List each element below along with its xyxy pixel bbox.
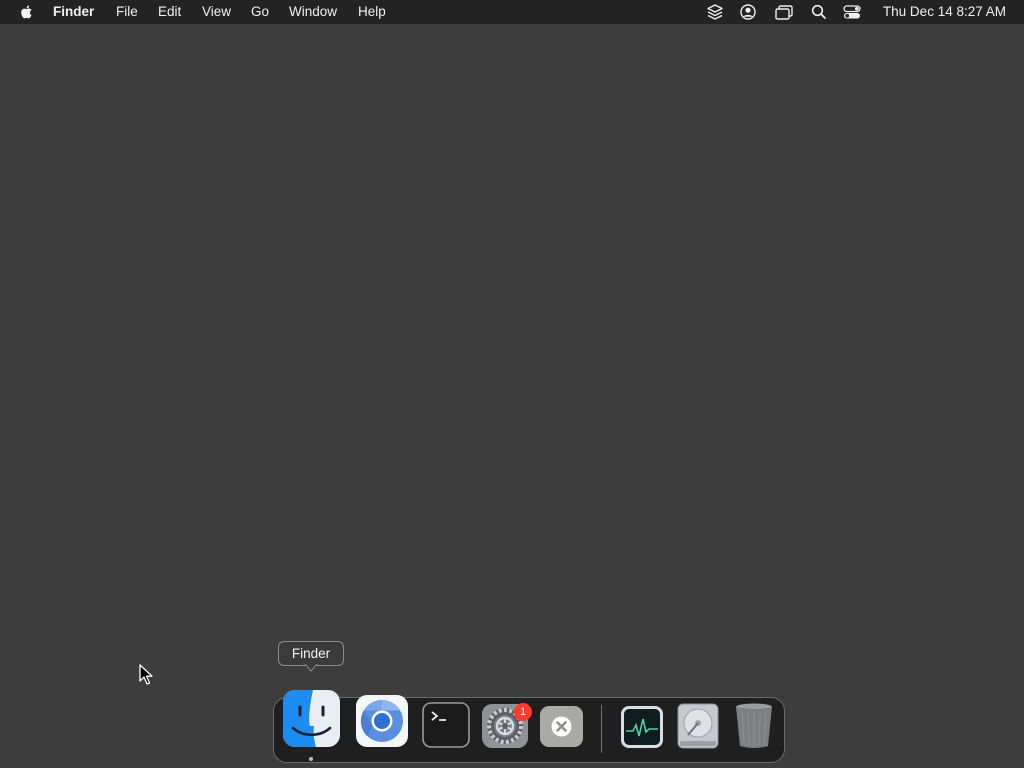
apple-menu-icon[interactable] bbox=[18, 4, 36, 20]
notification-badge: 1 bbox=[514, 703, 532, 721]
terminal-icon[interactable] bbox=[422, 702, 470, 748]
user-account-icon[interactable] bbox=[739, 3, 757, 21]
disk-icon[interactable] bbox=[674, 702, 722, 750]
control-center-icon[interactable] bbox=[842, 3, 862, 21]
menu-view[interactable]: View bbox=[202, 4, 231, 20]
spotlight-search-icon[interactable] bbox=[810, 3, 828, 21]
dock-separator bbox=[601, 705, 602, 753]
menu-file[interactable]: File bbox=[116, 4, 138, 20]
running-indicator bbox=[309, 757, 313, 761]
menu-window[interactable]: Window bbox=[289, 4, 337, 20]
desktop-background bbox=[0, 0, 1024, 768]
dock-tooltip: Finder bbox=[278, 641, 344, 666]
mouse-pointer-icon bbox=[139, 664, 153, 685]
layers-icon[interactable] bbox=[706, 3, 724, 21]
menu-help[interactable]: Help bbox=[358, 4, 386, 20]
screen-mirroring-icon[interactable] bbox=[774, 3, 794, 21]
menu-bar-clock[interactable]: Thu Dec 14 8:27 AM bbox=[883, 4, 1006, 20]
trash-icon[interactable] bbox=[733, 702, 775, 750]
menu-app-name[interactable]: Finder bbox=[53, 4, 94, 20]
finder-icon[interactable] bbox=[283, 690, 340, 747]
close-x-icon[interactable] bbox=[539, 705, 584, 748]
menu-go[interactable]: Go bbox=[251, 4, 269, 20]
activity-monitor-icon[interactable] bbox=[620, 705, 664, 749]
menu-edit[interactable]: Edit bbox=[158, 4, 181, 20]
menu-bar: Finder File Edit View Go Window Help Thu… bbox=[0, 0, 1024, 24]
tooltip-arrow bbox=[305, 664, 317, 672]
chromium-icon[interactable] bbox=[356, 695, 408, 747]
dock-tooltip-label: Finder bbox=[291, 646, 331, 661]
